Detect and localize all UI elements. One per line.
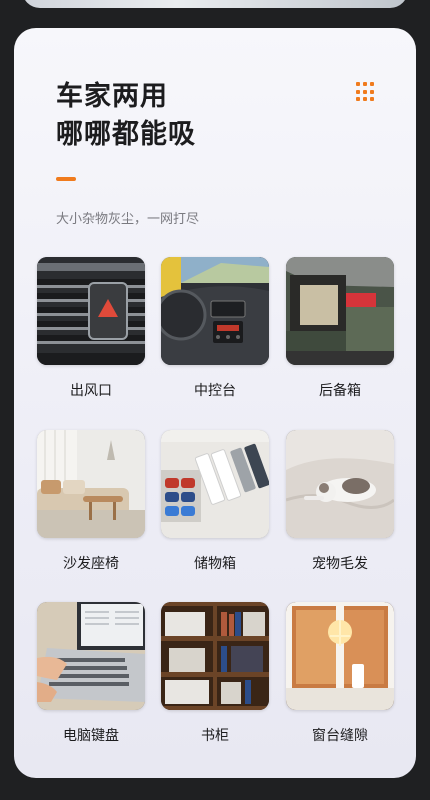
scene-image-air-vent[interactable] [37, 257, 145, 365]
scene-image-trunk[interactable] [286, 257, 394, 365]
previous-section-image [22, 0, 408, 8]
scene-label: 中控台 [194, 383, 236, 399]
section-subtitle: 大小杂物灰尘，一网打尽 [56, 212, 200, 227]
usage-card: 车家两用 哪哪都能吸 大小杂物灰尘，一网打尽 出风口 中控台 后备箱 沙发座椅 … [14, 28, 416, 778]
title-line-2: 哪哪都能吸 [56, 119, 196, 150]
scene-label: 书柜 [201, 728, 229, 744]
scene-image-window-sill[interactable] [286, 602, 394, 710]
scene-label: 储物箱 [194, 556, 236, 572]
scene-image-sofa[interactable] [37, 430, 145, 538]
scene-image-dashboard[interactable] [161, 257, 269, 365]
scene-image-storage-box[interactable] [161, 430, 269, 538]
accent-divider [56, 177, 76, 181]
scene-image-pet-hair[interactable] [286, 430, 394, 538]
scene-image-bookcase[interactable] [161, 602, 269, 710]
title-line-1: 车家两用 [56, 81, 168, 112]
grid-dots-icon[interactable] [356, 82, 376, 102]
scene-label: 宠物毛发 [312, 556, 368, 572]
scene-image-keyboard[interactable] [37, 602, 145, 710]
scene-label: 后备箱 [319, 383, 361, 399]
scene-label: 电脑键盘 [63, 728, 119, 744]
section-title: 车家两用 哪哪都能吸 [56, 78, 196, 154]
scene-label: 窗台缝隙 [312, 728, 368, 744]
scene-label: 沙发座椅 [63, 556, 119, 572]
scene-label: 出风口 [70, 383, 112, 399]
